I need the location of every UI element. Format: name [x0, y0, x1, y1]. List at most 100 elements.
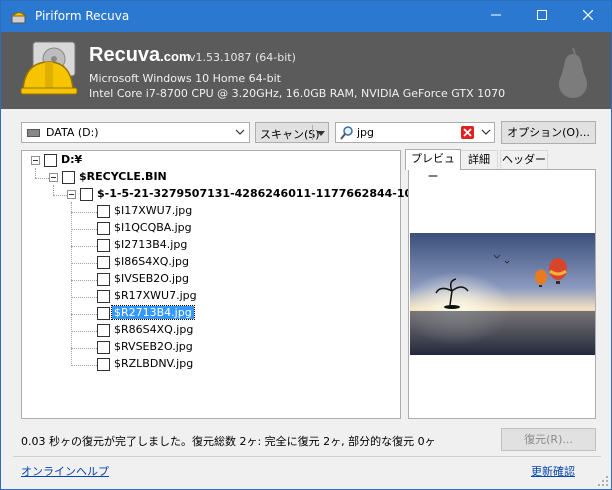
tree-file-item[interactable]: $I2713B4.jpg	[97, 237, 297, 254]
tree-connector	[53, 195, 67, 196]
collapse-toggle[interactable]	[67, 190, 76, 199]
tree-connector	[71, 246, 97, 247]
tree-file-item[interactable]: $IVSEB2O.jpg	[97, 271, 297, 288]
file-name: $I17XWU7.jpg	[114, 204, 193, 217]
file-filter-combo[interactable]: jpg	[335, 122, 495, 143]
tree-file-item[interactable]: $I17XWU7.jpg	[97, 203, 297, 220]
status-message: 0.03 秒ヶの復元が完了しました。復元総数 2ヶ: 完全に復元 2ヶ, 部分的…	[21, 435, 436, 448]
tree-connector	[71, 212, 97, 213]
tree-file-item-selected[interactable]: $R2713B4.jpg	[97, 305, 297, 322]
file-name: $I1QCQBA.jpg	[114, 221, 192, 234]
tree-connector	[71, 365, 97, 366]
collapse-toggle[interactable]	[49, 173, 58, 182]
scan-split-divider	[312, 125, 313, 140]
recover-button[interactable]: 復元(R)...	[501, 428, 596, 451]
hard-drive-icon	[27, 129, 40, 137]
app-name: Recuva.com	[89, 44, 191, 67]
close-button[interactable]	[565, 1, 611, 32]
tree-connector	[71, 331, 97, 332]
tree-connector	[71, 202, 72, 366]
tree-connector	[71, 229, 97, 230]
hard-hat-drive-icon	[20, 41, 78, 95]
hardware-info: Intel Core i7-8700 CPU @ 3.20GHz, 16.0GB…	[89, 87, 506, 100]
file-name: $RVSEB2O.jpg	[114, 340, 193, 353]
os-info: Microsoft Windows 10 Home 64-bit	[89, 72, 281, 85]
tree-file-item[interactable]: $I1QCQBA.jpg	[97, 220, 297, 237]
collapse-toggle[interactable]	[31, 156, 40, 165]
tree-connector	[71, 297, 97, 298]
tree-node-sid-folder[interactable]: $-1-5-21-3279507131-4286246011-117766284…	[67, 186, 427, 203]
tree-checkbox[interactable]	[44, 154, 57, 167]
tree-checkbox[interactable]	[97, 290, 110, 303]
minimize-icon	[491, 14, 501, 16]
maximize-icon	[537, 10, 547, 20]
tree-checkbox[interactable]	[97, 358, 110, 371]
tree-node-label: $-1-5-21-3279507131-4286246011-117766284…	[97, 187, 428, 200]
scan-button[interactable]: スキャン(S)	[255, 122, 329, 143]
file-name: $I86S4XQ.jpg	[114, 255, 189, 268]
footer-divider	[13, 456, 601, 457]
tree-node-label: D:¥	[61, 153, 83, 166]
title-bar[interactable]: Piriform Recuva	[1, 1, 611, 32]
scan-button-label: スキャン(S)	[260, 128, 320, 141]
file-tree[interactable]: D:¥ $RECYCLE.BIN $-1-5-21-3279507131-428…	[21, 150, 427, 419]
search-icon	[340, 126, 353, 140]
preview-panel	[408, 169, 596, 419]
drive-select-value: DATA (D:)	[46, 126, 99, 139]
tree-connector	[71, 280, 97, 281]
preview-image	[410, 233, 595, 355]
tree-checkbox[interactable]	[97, 324, 110, 337]
clear-x-icon	[463, 128, 472, 137]
close-icon	[582, 9, 594, 21]
tree-checkbox[interactable]	[97, 239, 110, 252]
tree-connector	[71, 348, 97, 349]
tree-checkbox[interactable]	[97, 256, 110, 269]
options-button[interactable]: オプション(O)...	[501, 121, 596, 144]
app-header: Recuva.com v1.53.1087 (64-bit) Microsoft…	[1, 32, 611, 109]
file-name: $R2713B4.jpg	[111, 305, 195, 320]
tree-checkbox[interactable]	[80, 188, 93, 201]
app-name-domain: .com	[160, 49, 191, 64]
tree-node-recycle-bin[interactable]: $RECYCLE.BIN	[49, 169, 249, 186]
pear-icon	[558, 47, 588, 98]
tree-connector	[53, 185, 54, 195]
tree-file-item[interactable]: $R86S4XQ.jpg	[97, 322, 297, 339]
file-filter-input[interactable]: jpg	[357, 126, 374, 139]
file-name: $R17XWU7.jpg	[114, 289, 197, 302]
tab-header[interactable]: ヘッダー	[500, 150, 548, 169]
tree-file-item[interactable]: $RVSEB2O.jpg	[97, 339, 297, 356]
tree-checkbox[interactable]	[97, 273, 110, 286]
tree-connector	[71, 314, 97, 315]
tree-checkbox[interactable]	[97, 341, 110, 354]
tree-checkbox[interactable]	[97, 307, 110, 320]
window-title: Piriform Recuva	[35, 9, 130, 23]
tree-checkbox[interactable]	[97, 222, 110, 235]
tree-file-item[interactable]: $R17XWU7.jpg	[97, 288, 297, 305]
maximize-button[interactable]	[519, 1, 565, 32]
resize-grip-icon[interactable]	[597, 475, 609, 487]
tree-connector	[35, 178, 49, 179]
tree-file-item[interactable]: $RZLBDNV.jpg	[97, 356, 297, 373]
tree-checkbox[interactable]	[97, 205, 110, 218]
check-update-link[interactable]: 更新確認	[531, 463, 575, 479]
tree-checkbox[interactable]	[62, 171, 75, 184]
drive-select[interactable]: DATA (D:)	[21, 122, 250, 143]
tree-connector	[71, 263, 97, 264]
chevron-down-icon	[235, 129, 245, 135]
file-name: $R86S4XQ.jpg	[114, 323, 194, 336]
version-text: v1.53.1087 (64-bit)	[189, 51, 296, 64]
tree-node-root[interactable]: D:¥	[31, 152, 231, 169]
tree-connector	[35, 168, 36, 178]
chevron-down-icon[interactable]	[481, 127, 491, 137]
caret-down-icon[interactable]	[316, 128, 326, 138]
tab-details[interactable]: 詳細	[460, 150, 498, 169]
file-name: $RZLBDNV.jpg	[114, 357, 194, 370]
minimize-button[interactable]	[473, 1, 519, 32]
tree-file-item[interactable]: $I86S4XQ.jpg	[97, 254, 297, 271]
file-name: $IVSEB2O.jpg	[114, 272, 189, 285]
online-help-link[interactable]: オンラインヘルプ	[21, 463, 109, 479]
tree-node-label: $RECYCLE.BIN	[79, 170, 167, 183]
clear-filter-button[interactable]	[461, 126, 474, 139]
tab-preview[interactable]: プレビュー	[405, 149, 461, 183]
recuva-app-icon	[11, 12, 27, 24]
